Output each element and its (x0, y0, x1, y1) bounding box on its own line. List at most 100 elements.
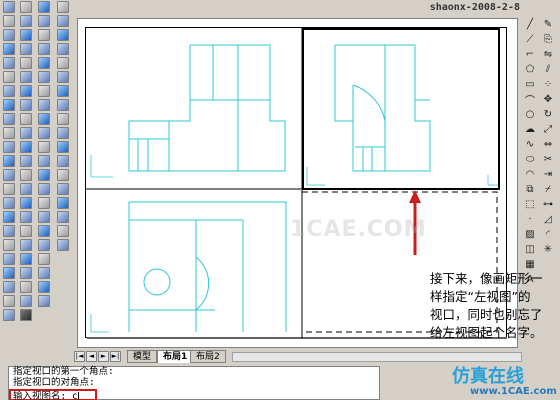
named-views-icon[interactable] (57, 99, 69, 111)
left-view-icon[interactable] (57, 169, 69, 181)
view-icon[interactable] (20, 169, 32, 181)
leader-icon[interactable] (38, 239, 50, 251)
back-view-icon[interactable] (57, 197, 69, 209)
cylinder-icon[interactable] (20, 29, 32, 41)
construction-line-icon[interactable] (3, 15, 15, 27)
fillet-icon[interactable] (38, 197, 50, 209)
wedge-icon[interactable] (20, 57, 32, 69)
tab-layout1[interactable]: 布局1 (157, 350, 194, 363)
prev-tab-button[interactable]: ◄ (86, 351, 97, 362)
layout-canvas[interactable]: 1CAE.COM 接下来，像画矩形一 样指定“左视图”的 视口，同时也别忘了 给… (77, 18, 543, 348)
rectangle-icon[interactable] (3, 57, 15, 69)
point-icon[interactable]: · (523, 213, 537, 226)
regen-icon[interactable] (57, 85, 69, 97)
render-icon[interactable] (20, 211, 32, 223)
array-icon[interactable]: ⁘ (541, 78, 555, 91)
revcloud-icon[interactable]: ☁ (523, 123, 537, 136)
mirror-icon[interactable] (38, 29, 50, 41)
stretch-icon[interactable]: ⇔ (541, 138, 555, 151)
join-icon[interactable]: ⊶ (541, 198, 555, 211)
insert-icon[interactable] (3, 211, 15, 223)
polyline-icon[interactable] (3, 29, 15, 41)
polygon-icon[interactable] (3, 43, 15, 55)
circle-icon[interactable]: ○ (523, 108, 537, 121)
block-icon[interactable] (3, 127, 15, 139)
tab-layout2[interactable]: 布局2 (190, 350, 226, 363)
face-icon[interactable] (20, 155, 32, 167)
first-tab-button[interactable]: |◄ (74, 351, 85, 362)
erase-icon[interactable]: ✎ (541, 18, 555, 31)
command-prompt-highlight[interactable]: 输入视图名: c (9, 389, 97, 400)
solid-edit-icon[interactable] (20, 295, 32, 307)
explode-icon[interactable]: ✳ (541, 243, 555, 256)
scale-icon[interactable]: ⤢ (541, 123, 555, 136)
right-view-icon[interactable] (57, 183, 69, 195)
pan-icon[interactable] (57, 43, 69, 55)
rectangle-icon[interactable]: ▭ (523, 78, 537, 91)
subtract-icon[interactable] (3, 267, 15, 279)
break-icon[interactable]: ⌿ (541, 183, 555, 196)
mtext-icon[interactable] (3, 197, 15, 209)
pline-icon[interactable]: ⌐ (523, 48, 537, 61)
viewport-icon[interactable] (57, 225, 69, 237)
dim-edit-icon[interactable] (38, 281, 50, 293)
mirror-icon[interactable]: ⇋ (541, 48, 555, 61)
zoom-icon[interactable] (57, 29, 69, 41)
line-tool-icon[interactable] (3, 1, 15, 13)
last-tab-button[interactable]: ►| (110, 351, 121, 362)
trim-icon[interactable] (38, 127, 50, 139)
horizontal-scrollbar[interactable] (232, 352, 522, 362)
rotate-icon[interactable]: ↻ (541, 108, 555, 121)
trim-icon[interactable]: ✂ (541, 153, 555, 166)
command-window[interactable]: 指定视口的第一个角点: 指定视口的对角点: 输入视图名: c (8, 366, 380, 400)
dim-style-icon[interactable] (38, 295, 50, 307)
dish-icon[interactable] (20, 85, 32, 97)
break-icon[interactable] (38, 155, 50, 167)
move-icon[interactable] (38, 71, 50, 83)
spline-icon[interactable] (3, 99, 15, 111)
point-icon[interactable] (3, 141, 15, 153)
union-icon[interactable] (3, 253, 15, 265)
xline-icon[interactable]: ⟋ (523, 33, 537, 46)
region-icon[interactable]: ◫ (523, 243, 537, 256)
hatch-icon[interactable]: ▨ (523, 228, 537, 241)
section-icon[interactable] (3, 309, 15, 321)
match-icon[interactable] (57, 15, 69, 27)
layer-icon[interactable] (20, 309, 32, 321)
ucs-icon[interactable] (20, 183, 32, 195)
dome-icon[interactable] (20, 99, 32, 111)
dimension-icon[interactable] (38, 225, 50, 237)
zoom-prev-icon[interactable] (57, 71, 69, 83)
table-icon[interactable] (3, 183, 15, 195)
front-view-icon[interactable] (57, 155, 69, 167)
arc-icon[interactable]: ⌒ (523, 93, 537, 107)
ellipse-arc-icon[interactable]: ◠ (523, 168, 537, 181)
stretch-icon[interactable] (38, 113, 50, 125)
copy-icon[interactable] (38, 15, 50, 27)
region-icon[interactable] (3, 169, 15, 181)
erase-icon[interactable] (38, 1, 50, 13)
insert-block-icon[interactable]: ⧉ (523, 183, 537, 196)
array-icon[interactable] (38, 57, 50, 69)
polygon-icon[interactable]: ⬠ (523, 63, 537, 76)
material-icon[interactable] (20, 239, 32, 251)
slice-icon[interactable] (3, 295, 15, 307)
orbit-icon[interactable] (20, 197, 32, 209)
intersect-icon[interactable] (3, 281, 15, 293)
tab-model[interactable]: 模型 (127, 350, 158, 363)
bottom-view-icon[interactable] (57, 211, 69, 223)
revolve-icon[interactable] (3, 239, 15, 251)
mview-icon[interactable] (57, 239, 69, 251)
rotate-icon[interactable] (38, 85, 50, 97)
mesh-icon[interactable] (20, 113, 32, 125)
scale-icon[interactable] (38, 99, 50, 111)
light-icon[interactable] (20, 225, 32, 237)
iso-view-icon[interactable] (57, 127, 69, 139)
circle-icon[interactable] (3, 85, 15, 97)
move-icon[interactable]: ✥ (541, 93, 555, 106)
torus-icon[interactable] (20, 71, 32, 83)
next-tab-button[interactable]: ► (98, 351, 109, 362)
ellipse-icon[interactable] (3, 113, 15, 125)
ellipse-icon[interactable]: ⬭ (523, 153, 537, 166)
spline-icon[interactable]: ∿ (523, 138, 537, 151)
